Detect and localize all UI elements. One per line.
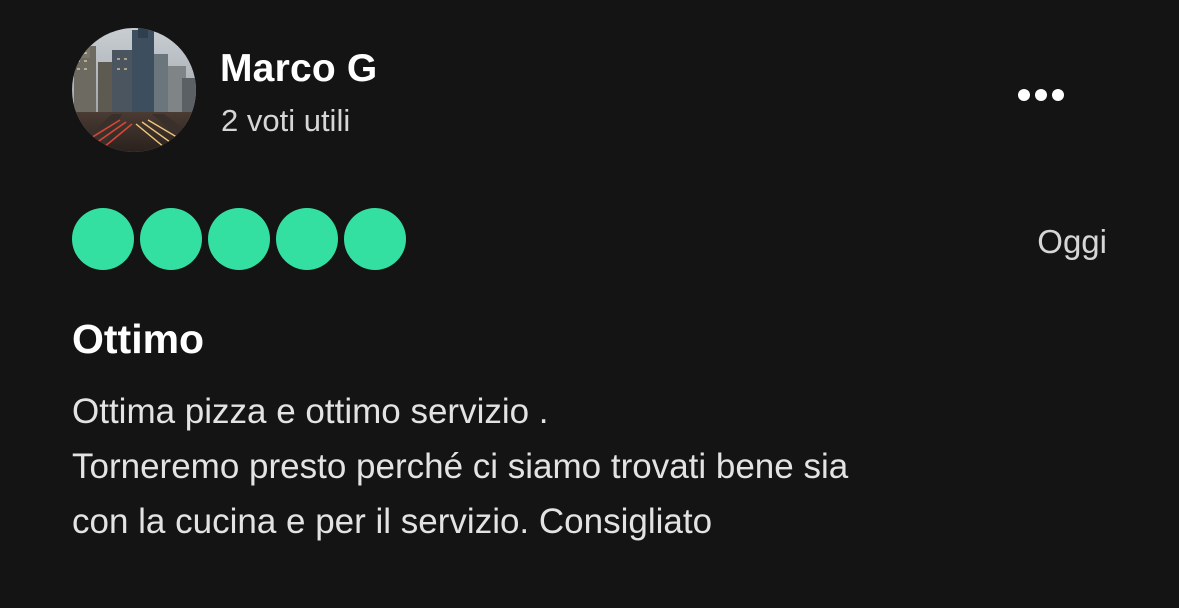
rating-bubble-filled bbox=[344, 208, 406, 270]
rating-bubble-filled bbox=[276, 208, 338, 270]
city-skyline-avatar-image bbox=[72, 28, 196, 152]
review-body-line: con la cucina e per il servizio. Consigl… bbox=[72, 502, 713, 541]
review-title: Ottimo bbox=[72, 316, 205, 362]
review-date: Oggi bbox=[1037, 223, 1107, 260]
review-body: Ottima pizza e ottimo servizio . Tornere… bbox=[72, 384, 1112, 549]
avatar[interactable] bbox=[72, 28, 196, 152]
helpful-votes-count: 2 voti utili bbox=[221, 103, 351, 138]
rating-bubble-filled bbox=[140, 208, 202, 270]
user-name[interactable]: Marco G bbox=[220, 46, 377, 92]
review-body-line: Torneremo presto perché ci siamo trovati… bbox=[72, 447, 849, 486]
review-card: Marco G 2 voti utili Oggi Ottimo Ottima … bbox=[0, 0, 1179, 608]
more-options-button[interactable] bbox=[1010, 78, 1072, 112]
review-body-line: Ottima pizza e ottimo servizio . bbox=[72, 392, 549, 431]
rating-bubbles bbox=[72, 208, 406, 270]
rating-bubble-filled bbox=[208, 208, 270, 270]
rating-bubble-filled bbox=[72, 208, 134, 270]
more-options-icon bbox=[1018, 89, 1064, 101]
